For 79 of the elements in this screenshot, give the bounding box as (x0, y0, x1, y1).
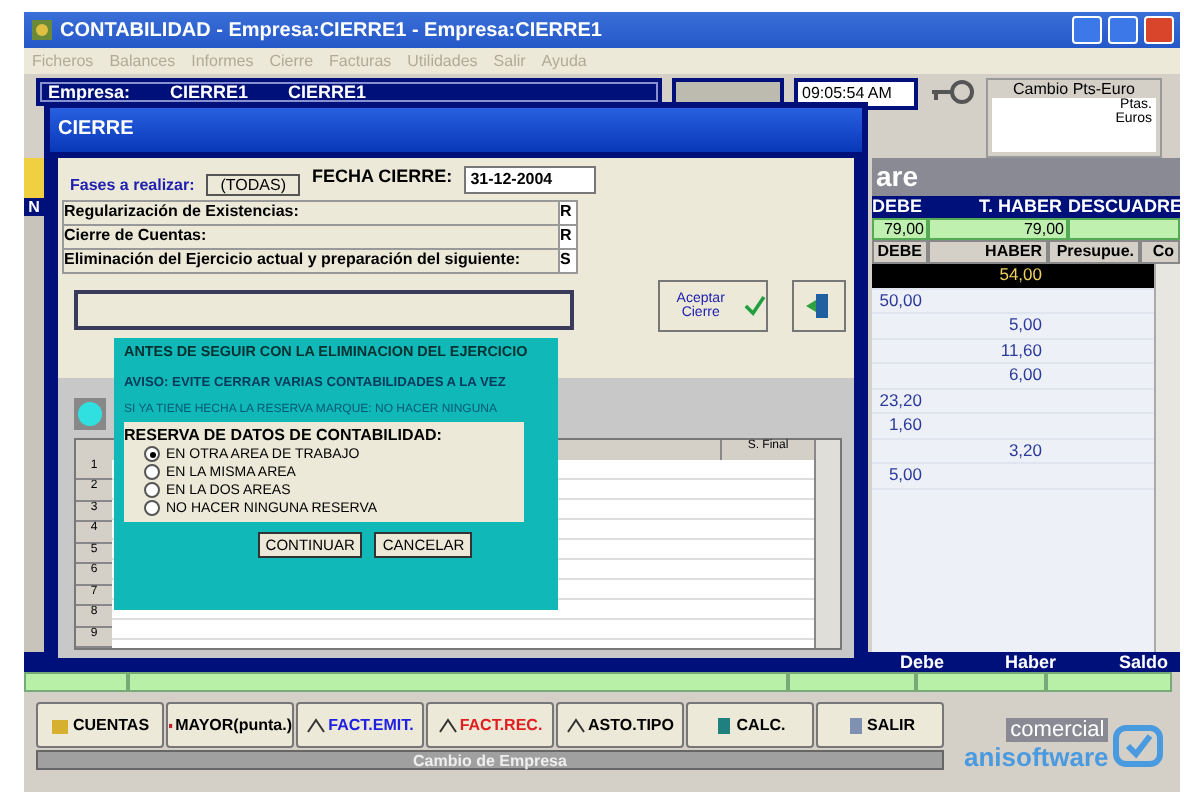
table-row[interactable]: 54,00 (872, 264, 1154, 289)
logo-text: comercial (1006, 718, 1109, 742)
table-cell-text: 5,00 (886, 464, 924, 487)
table-row[interactable]: 5,00 (872, 464, 1154, 489)
table-row[interactable]: 11,60 (872, 339, 1154, 364)
step-value[interactable]: R (558, 226, 576, 248)
table-cell: 79,00 (928, 218, 1068, 240)
column-header: Debe (897, 652, 946, 672)
currency-title: Cambio Pts-Euro (1013, 80, 1135, 98)
phases-button[interactable]: (TODAS) (206, 174, 301, 196)
toolbar-button[interactable]: FACT.REC. (426, 702, 554, 748)
table-row[interactable]: 3,20 (872, 439, 1154, 464)
table-row[interactable]: 1,60 (872, 414, 1154, 439)
group-title: RESERVA DE DATOS DE CONTABILIDAD: (124, 426, 444, 444)
step-label: Eliminación del Ejercicio actual y preparación del siguiente: (64, 250, 523, 272)
radio-button[interactable] (144, 482, 160, 498)
close-button[interactable] (1144, 16, 1174, 44)
scrollbar[interactable] (1154, 264, 1180, 652)
app-icon (30, 18, 54, 42)
column-header: HABER (928, 240, 1048, 264)
step-value[interactable]: S (558, 250, 576, 272)
table-cell-text: 54,00 (997, 264, 1044, 287)
table-cell-text: 3,20 (1006, 439, 1044, 462)
checkbox-logo-icon (1112, 723, 1165, 767)
table-cell (1068, 218, 1180, 240)
radio-button[interactable] (144, 500, 160, 516)
column-header: DEBE (872, 240, 928, 264)
toolbar-button[interactable]: SALIR (816, 702, 944, 748)
column-header: Saldo (1116, 652, 1170, 672)
table-cell-text: 5,00 (1006, 314, 1044, 337)
table-cell (788, 672, 916, 692)
logo-wordmark: anisoftware (964, 742, 1109, 772)
restore-button[interactable] (1108, 16, 1138, 44)
radio-button[interactable] (144, 446, 160, 462)
table-row[interactable]: 6,00 (872, 364, 1154, 389)
table-cell-text: 1,60 (886, 414, 924, 437)
table-cell-text: 11,60 (998, 339, 1044, 362)
phases-label: Fases a realizar: (70, 176, 195, 194)
date-field[interactable]: 31-12-2004 (464, 166, 597, 194)
table-cell-text: 50,00 (877, 289, 924, 312)
minimize-button[interactable] (1072, 16, 1102, 44)
radio-button[interactable] (144, 464, 160, 480)
side-stripe (24, 158, 44, 198)
toolbar-button[interactable]: CUENTAS (36, 702, 164, 748)
date-label: FECHA CIERRE: (312, 166, 453, 186)
company-code: CIERRE1 (170, 82, 249, 102)
toolbar-button[interactable]: CALC. (686, 702, 814, 748)
toolbar-button[interactable]: ASTO.TIPO (556, 702, 684, 748)
check-icon (743, 294, 766, 318)
column-header: Co (1140, 240, 1180, 264)
side-marker: N (24, 198, 44, 216)
table-cell (24, 672, 128, 692)
step-label: Regularización de Existencias: (64, 202, 301, 224)
table-row[interactable]: 50,00 (872, 289, 1154, 314)
column-header: DEBE (872, 196, 925, 218)
step-label: Cierre de Cuentas: (64, 226, 209, 248)
column-header: DESCUADRE (1068, 196, 1180, 218)
step-value[interactable]: R (558, 202, 576, 224)
table-cell (916, 672, 1046, 692)
column-header: Presupue. (1048, 240, 1140, 264)
table-row[interactable]: 5,00 (872, 314, 1154, 339)
column-header: T. HABER (976, 196, 1064, 218)
table-cell (1046, 672, 1172, 692)
toolbar-button[interactable]: FACT.EMIT. (296, 702, 424, 748)
table-cell-text: 6,00 (1006, 364, 1044, 387)
toolbar-button[interactable]: MAYOR(punta.) (166, 702, 294, 748)
table-row[interactable]: 23,20 (872, 389, 1154, 414)
table-cell-text: 23,20 (877, 389, 924, 412)
window-title: CONTABILIDAD - Empresa:CIERRE1 - Empresa:CIERRE1 (60, 19, 604, 41)
table-cell: 79,00 (872, 218, 928, 240)
column-header: Haber (1002, 652, 1058, 672)
logo-fragment: are (872, 158, 1180, 196)
company-label: Empresa: (48, 82, 131, 102)
dialog-title: CIERRE (50, 108, 862, 152)
box-icon (50, 715, 71, 735)
company-name: CIERRE1 (288, 82, 367, 102)
scrollbar[interactable] (814, 439, 840, 648)
key-icon (928, 78, 976, 106)
exit-button[interactable] (791, 280, 846, 332)
